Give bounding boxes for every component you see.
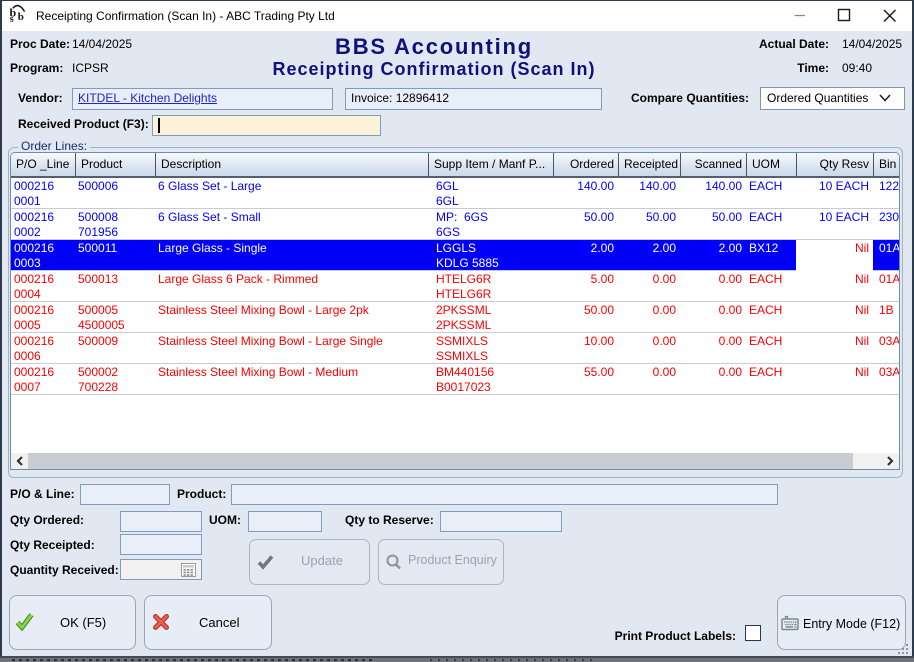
svg-text:b: b [18, 11, 24, 23]
svg-text:s: s [10, 14, 14, 25]
